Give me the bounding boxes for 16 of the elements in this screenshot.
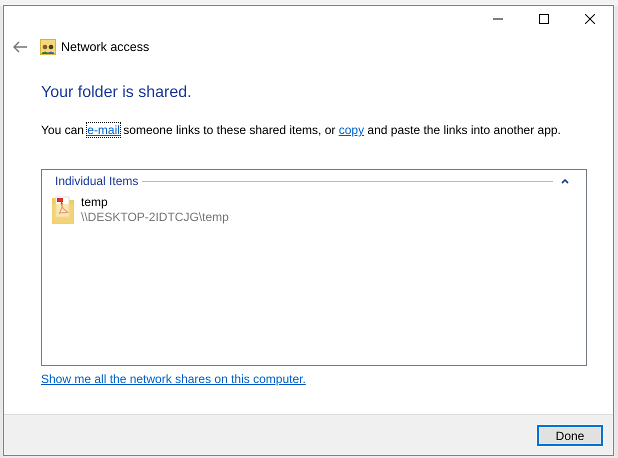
maximize-icon xyxy=(539,14,549,24)
email-link[interactable]: e-mail xyxy=(87,123,120,137)
window-title: Network access xyxy=(61,38,150,56)
pdf-folder-icon xyxy=(51,194,75,226)
network-shares-link[interactable]: Show me all the network shares on this computer. xyxy=(41,370,306,388)
group-header: Individual Items xyxy=(55,173,138,190)
copy-link[interactable]: copy xyxy=(338,123,364,137)
heading: Your folder is shared. xyxy=(41,83,193,103)
back-arrow-icon xyxy=(13,41,27,53)
item-name: temp xyxy=(81,195,109,210)
done-button[interactable]: Done xyxy=(537,424,603,446)
share-message: You can e-mail someone links to these shared items, or copy and paste the links into another app. xyxy=(41,122,562,139)
item-path: \\DESKTOP-2IDTCJG\temp xyxy=(81,210,229,225)
people-folder-icon xyxy=(40,39,56,55)
close-icon xyxy=(585,14,595,24)
chevron-icon xyxy=(561,178,569,184)
